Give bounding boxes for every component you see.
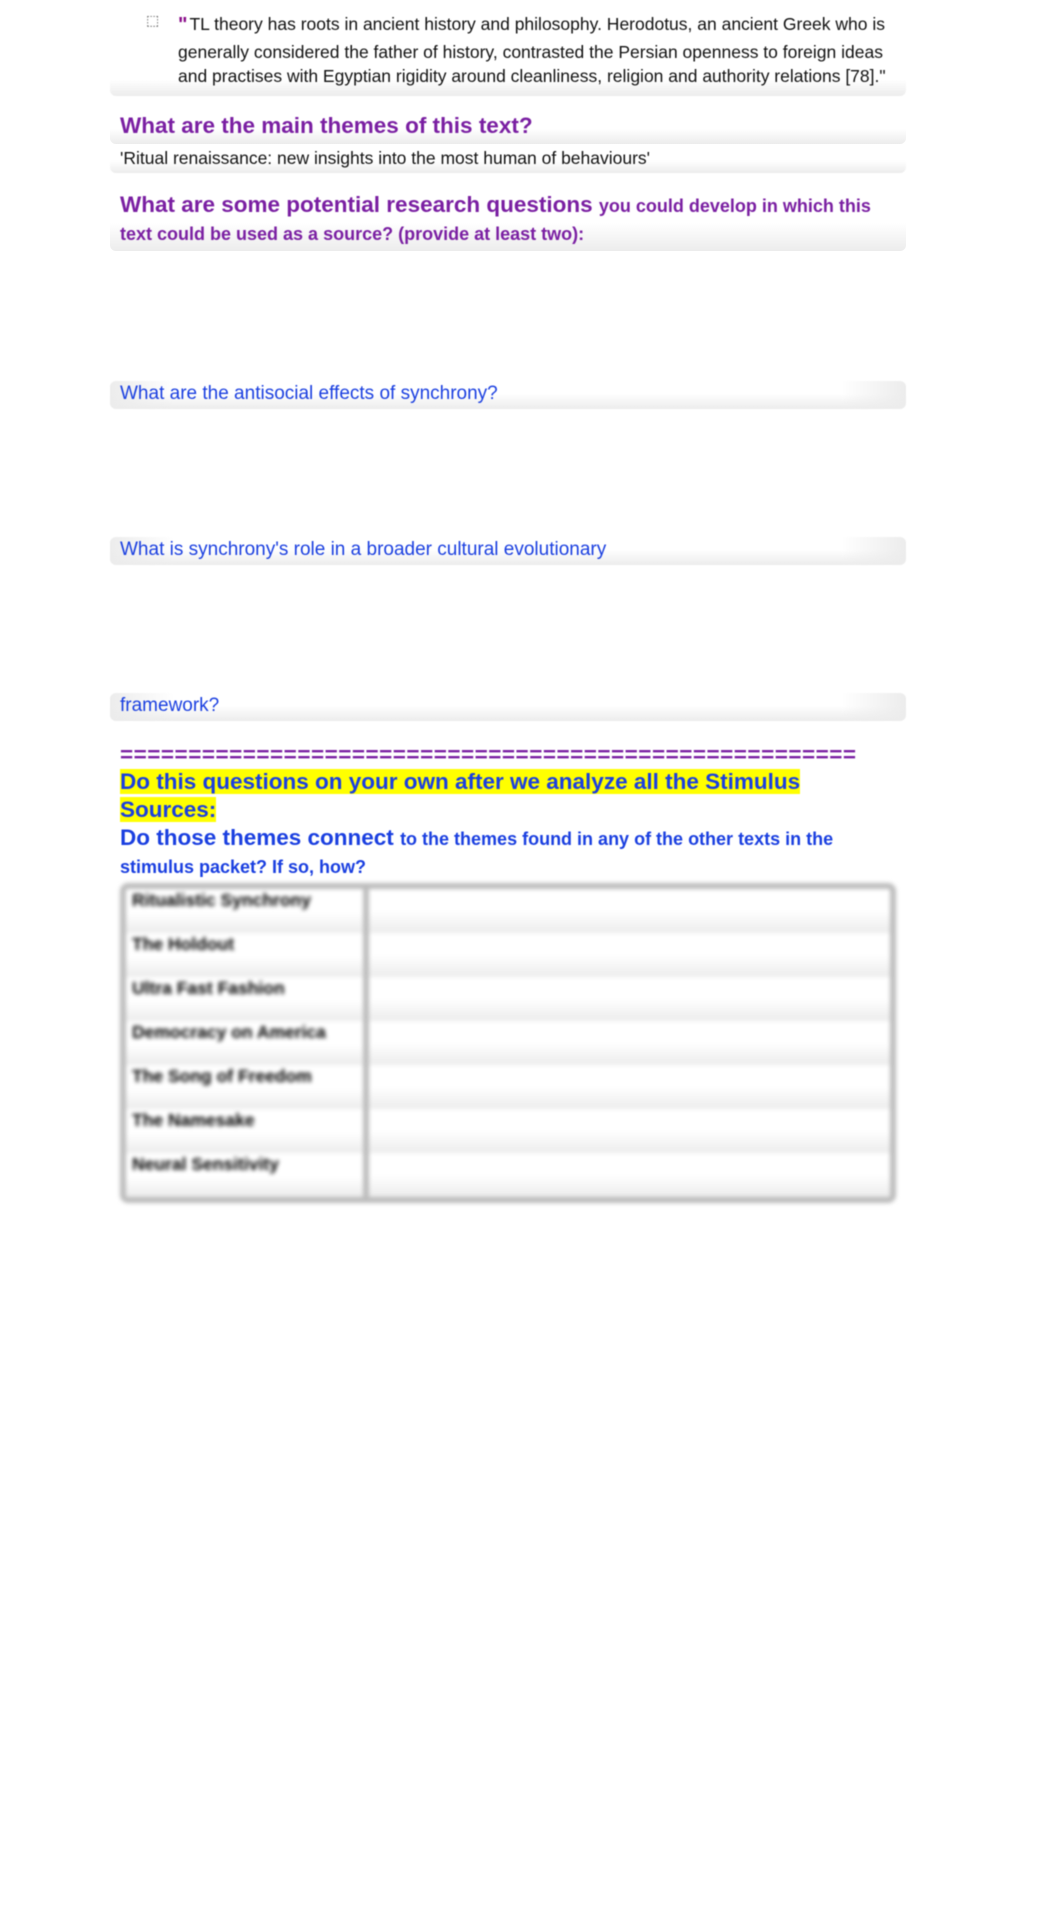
table-cell-label: Ultra Fast Fashion <box>126 977 366 1021</box>
question-2-heading-wrap: What are some potential research questio… <box>110 189 906 251</box>
q2-heading-part-a: What are some potential research questio… <box>120 192 599 217</box>
table-row: Democracy on America <box>126 1021 890 1065</box>
table-row: Neural Sensitivity <box>126 1153 890 1197</box>
table-row: Ritualistic Synchrony <box>126 889 890 933</box>
research-question-2a: What is synchrony's role in a broader cu… <box>110 537 906 565</box>
table-row: The Namesake <box>126 1109 890 1153</box>
table-cell-label: Neural Sensitivity <box>126 1153 366 1197</box>
spacer <box>110 565 906 693</box>
table-row: The Holdout <box>126 933 890 977</box>
table-cell-label: Ritualistic Synchrony <box>126 889 366 933</box>
table-cell-value <box>366 977 890 1021</box>
research-question-2b: framework? <box>110 693 906 721</box>
quote-block: ⬚ "TL theory has roots in ancient histor… <box>110 4 906 96</box>
research-question-1: What are the antisocial effects of synch… <box>110 381 906 409</box>
question-1-answer: 'Ritual renaissance: new insights into t… <box>110 146 906 173</box>
open-quote-mark: " <box>178 14 187 36</box>
table-row: Ultra Fast Fashion <box>126 977 890 1021</box>
instr-line2-a: Do those themes connect <box>120 825 400 850</box>
quote-text: "TL theory has roots in ancient history … <box>178 12 886 88</box>
instructions-line2: Do those themes connect to the themes fo… <box>120 825 833 878</box>
instructions-block: Do this questions on your own after we a… <box>110 768 906 881</box>
table-cell-value <box>366 1021 890 1065</box>
spacer <box>110 253 906 381</box>
themes-table-wrap: Ritualistic Synchrony The Holdout Ultra … <box>120 883 896 1203</box>
quote-bullet-icon: ⬚ <box>146 12 159 29</box>
question-1-heading-wrap: What are the main themes of this text? <box>110 110 906 144</box>
quote-body: TL theory has roots in ancient history a… <box>178 14 886 86</box>
table-cell-value <box>366 933 890 977</box>
divider-equals: ========================================… <box>120 743 896 768</box>
themes-table: Ritualistic Synchrony The Holdout Ultra … <box>126 889 890 1197</box>
table-cell-label: The Namesake <box>126 1109 366 1153</box>
table-cell-value <box>366 889 890 933</box>
table-cell-value <box>366 1109 890 1153</box>
document-page: ⬚ "TL theory has roots in ancient histor… <box>110 0 906 1203</box>
question-2-heading: What are some potential research questio… <box>120 191 896 247</box>
table-cell-label: The Song of Freedom <box>126 1065 366 1109</box>
table-row: The Song of Freedom <box>126 1065 890 1109</box>
table-cell-value <box>366 1065 890 1109</box>
table-cell-label: The Holdout <box>126 933 366 977</box>
table-cell-value <box>366 1153 890 1197</box>
table-cell-label: Democracy on America <box>126 1021 366 1065</box>
divider-block: ========================================… <box>110 743 906 768</box>
instructions-line1: Do this questions on your own after we a… <box>120 769 800 822</box>
question-1-heading: What are the main themes of this text? <box>120 112 896 140</box>
spacer <box>110 409 906 537</box>
